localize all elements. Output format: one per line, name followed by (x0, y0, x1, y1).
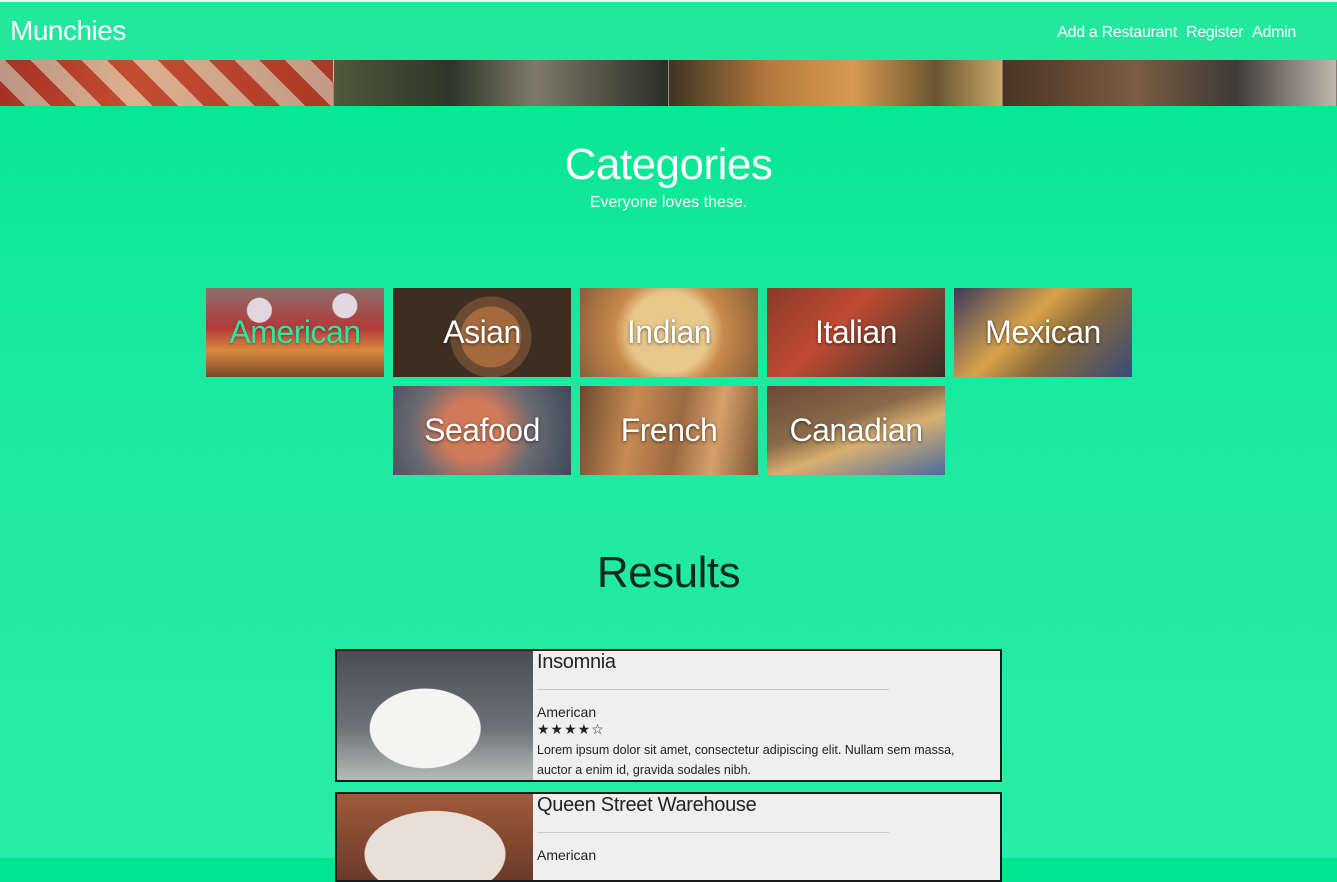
banner-image (668, 60, 1003, 106)
category-tile-french[interactable]: French (580, 386, 758, 475)
category-tile-canadian[interactable]: Canadian (767, 386, 945, 475)
banner-image (0, 60, 335, 106)
restaurant-info: Queen Street Warehouse American (537, 794, 1000, 880)
brand-logo[interactable]: Munchies (10, 15, 126, 47)
restaurant-category: American (537, 847, 597, 863)
divider (537, 832, 889, 833)
restaurant-photo (337, 651, 533, 780)
restaurant-photo (337, 794, 533, 880)
banner-image (334, 60, 669, 106)
category-tile-seafood[interactable]: Seafood (393, 386, 571, 475)
results-heading: Results (596, 548, 741, 597)
nav-links: Add a Restaurant Register Admin (1057, 24, 1296, 42)
category-tile-indian[interactable]: Indian (580, 288, 758, 377)
top-navbar: Munchies Add a Restaurant Register Admin (0, 0, 1337, 60)
divider (537, 689, 889, 690)
star-rating: ★★★★☆ (537, 721, 605, 737)
restaurant-info: Insomnia American ★★★★☆ Lorem ipsum dolo… (537, 651, 1000, 780)
hero-banner (0, 60, 1337, 106)
category-tile-mexican[interactable]: Mexican (954, 288, 1132, 377)
restaurant-name[interactable]: Insomnia (537, 651, 616, 674)
nav-admin-link[interactable]: Admin (1252, 24, 1296, 42)
categories-heading: Categories (564, 140, 773, 189)
restaurant-category: American (537, 704, 597, 720)
banner-image (1002, 60, 1337, 106)
categories-subheading: Everyone loves these. (589, 194, 748, 211)
category-tile-asian[interactable]: Asian (393, 288, 571, 377)
category-tile-american[interactable]: American (206, 288, 384, 377)
nav-add-restaurant-link[interactable]: Add a Restaurant (1057, 24, 1177, 42)
nav-register-link[interactable]: Register (1186, 24, 1243, 42)
restaurant-description: Lorem ipsum dolor sit amet, consectetur … (537, 743, 955, 777)
category-tile-italian[interactable]: Italian (767, 288, 945, 377)
restaurant-card[interactable]: Insomnia American ★★★★☆ Lorem ipsum dolo… (335, 649, 1002, 782)
restaurant-card[interactable]: Queen Street Warehouse American (335, 792, 1002, 882)
restaurant-name[interactable]: Queen Street Warehouse (537, 794, 757, 817)
